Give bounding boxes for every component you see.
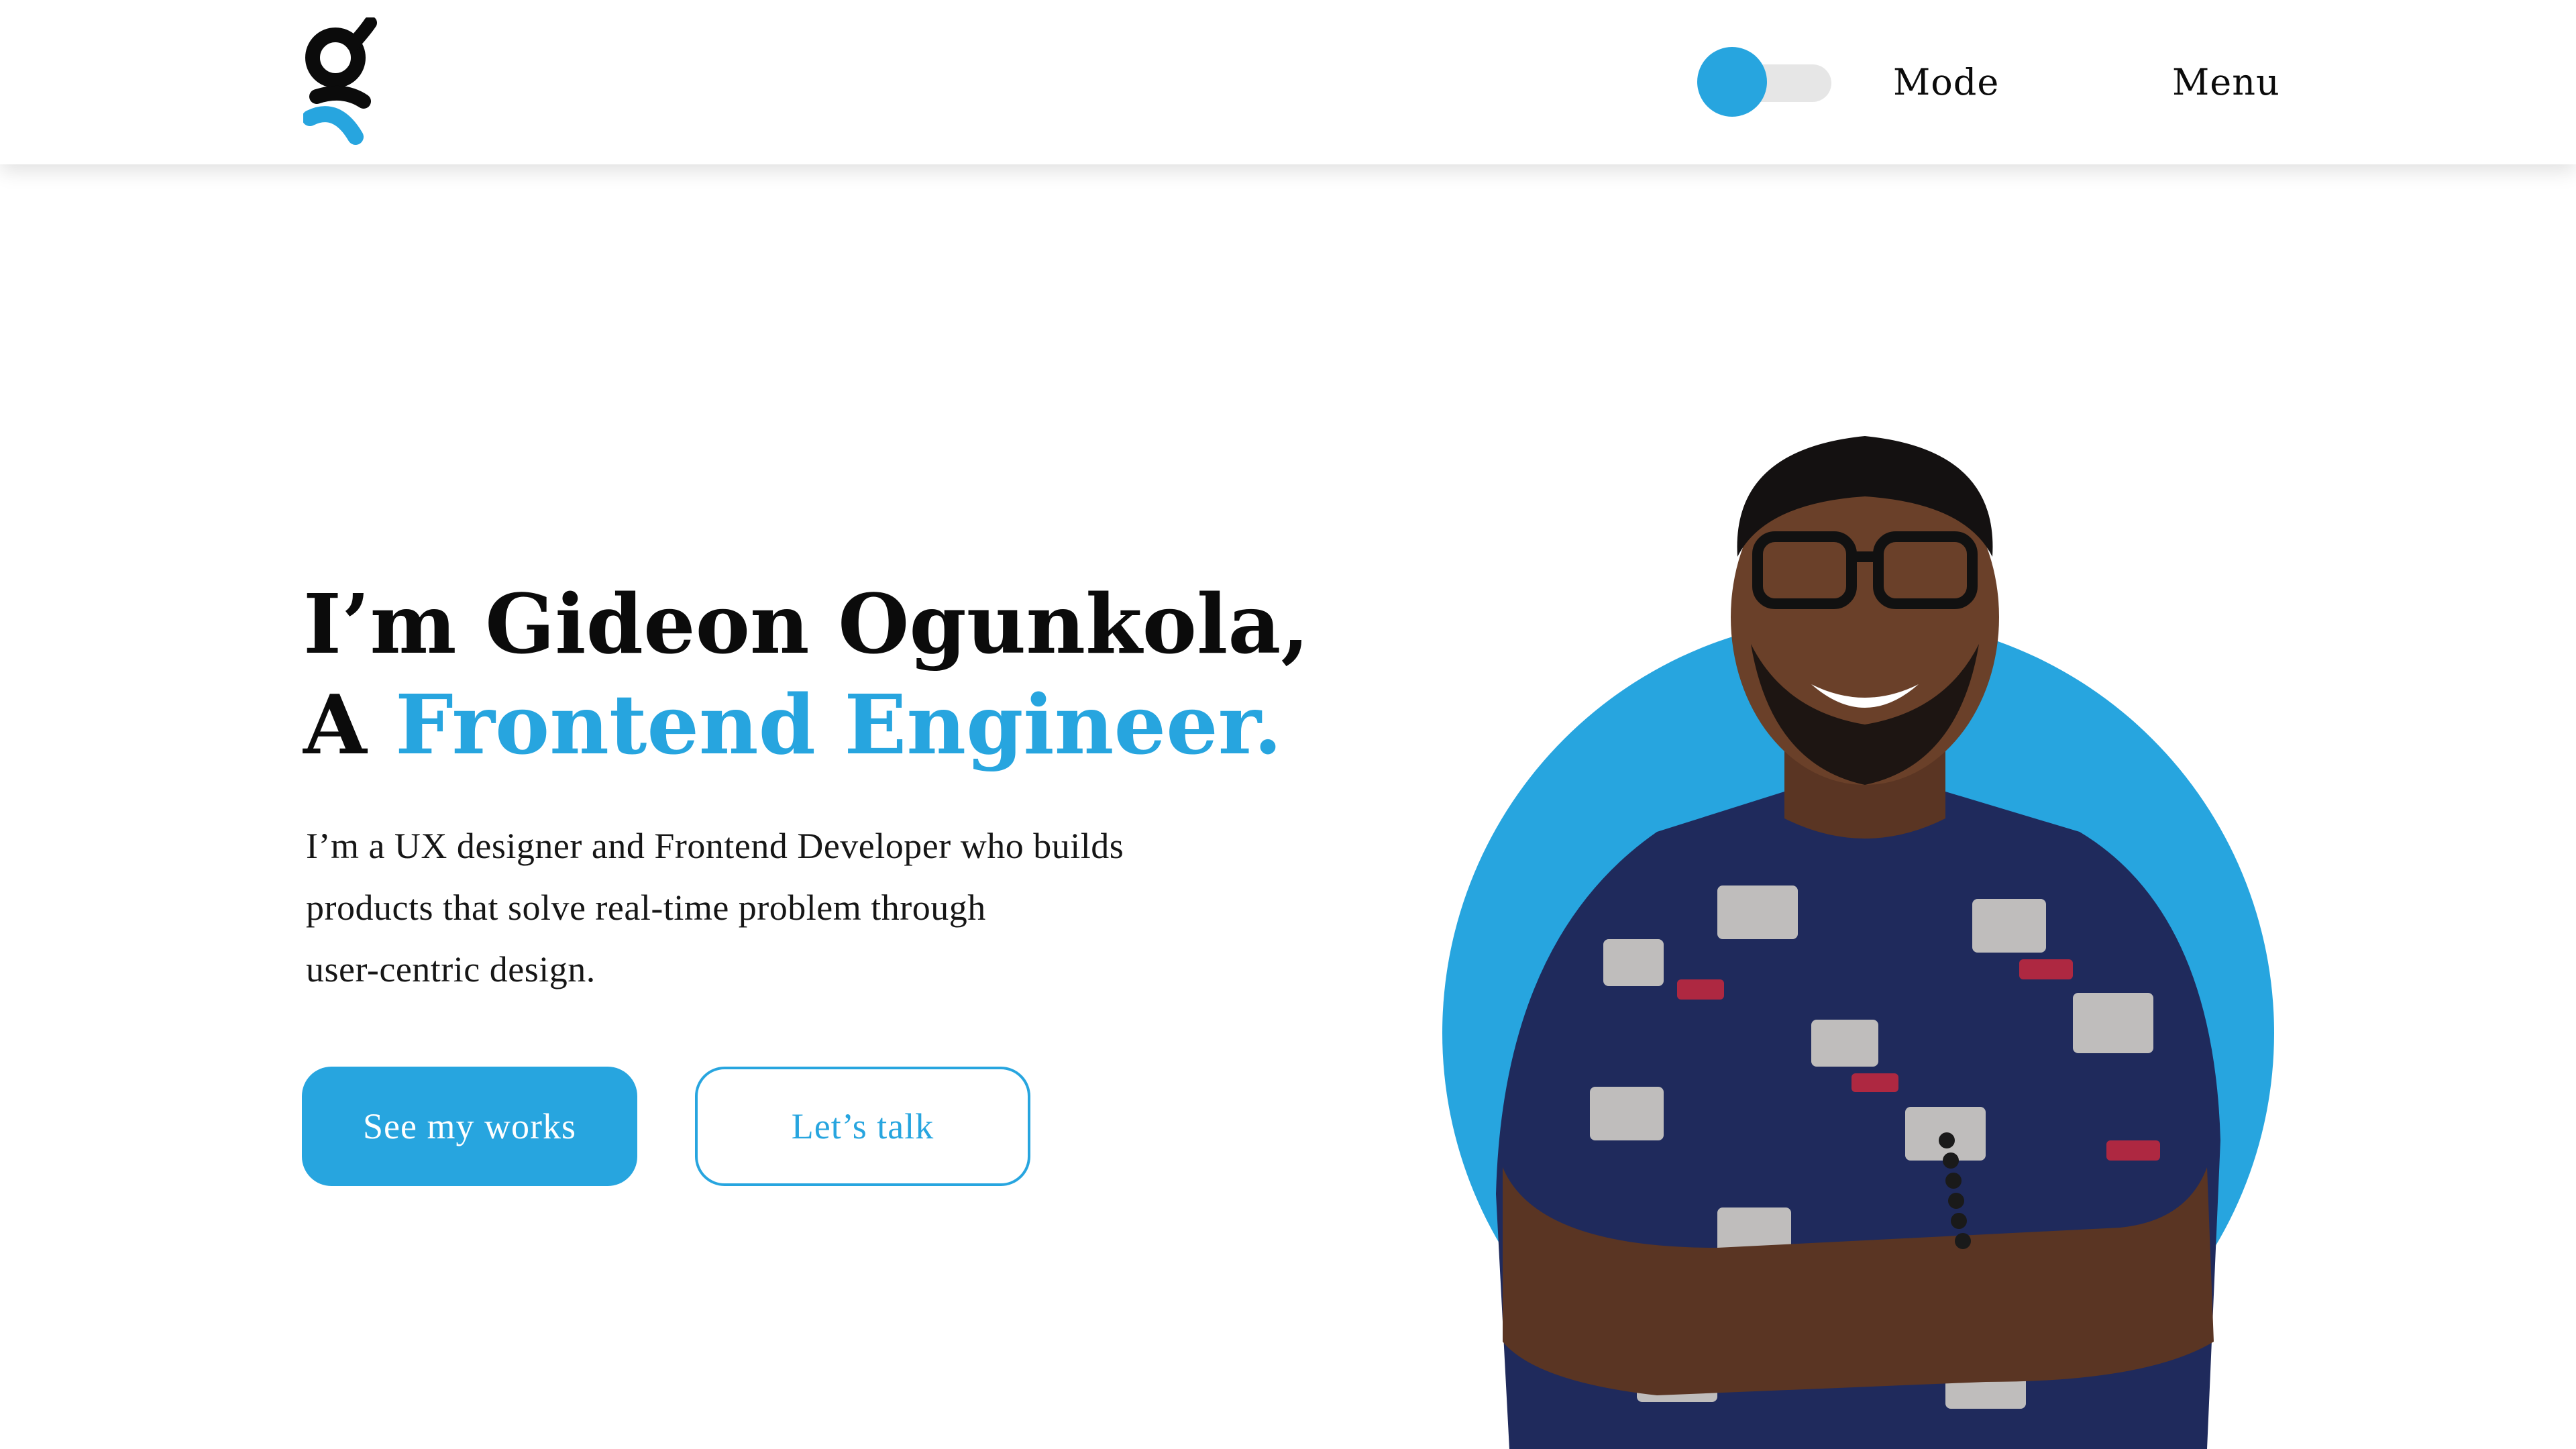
site-header: Mode Menu	[0, 0, 2576, 164]
hero-title-prefix: A	[303, 676, 396, 773]
lets-talk-button[interactable]: Let’s talk	[695, 1067, 1030, 1186]
portrait-image	[1442, 436, 2274, 1449]
hero-description-line3: user-centric design.	[306, 949, 596, 989]
hero-title-line1: I’m Gideon Ogunkola,	[303, 576, 1309, 672]
hero-description: I’m a UX designer and Frontend Developer…	[306, 815, 1279, 1000]
hero-description-line2: products that solve real-time problem th…	[306, 888, 986, 928]
hero-title: I’m Gideon Ogunkola, A Frontend Engineer…	[303, 574, 1444, 775]
page: Mode Menu I’m Gideon Ogunkola, A Fronten…	[0, 0, 2576, 1449]
mode-label[interactable]: Mode	[1893, 59, 1999, 106]
mode-toggle[interactable]	[1697, 47, 1835, 117]
see-my-works-button[interactable]: See my works	[302, 1067, 637, 1186]
hero-description-line1: I’m a UX designer and Frontend Developer…	[306, 826, 1124, 866]
toggle-knob	[1697, 47, 1767, 117]
menu-button[interactable]: Menu	[2172, 59, 2280, 106]
logo-icon[interactable]	[303, 17, 377, 145]
hero-title-accent: Frontend Engineer.	[395, 676, 1283, 773]
